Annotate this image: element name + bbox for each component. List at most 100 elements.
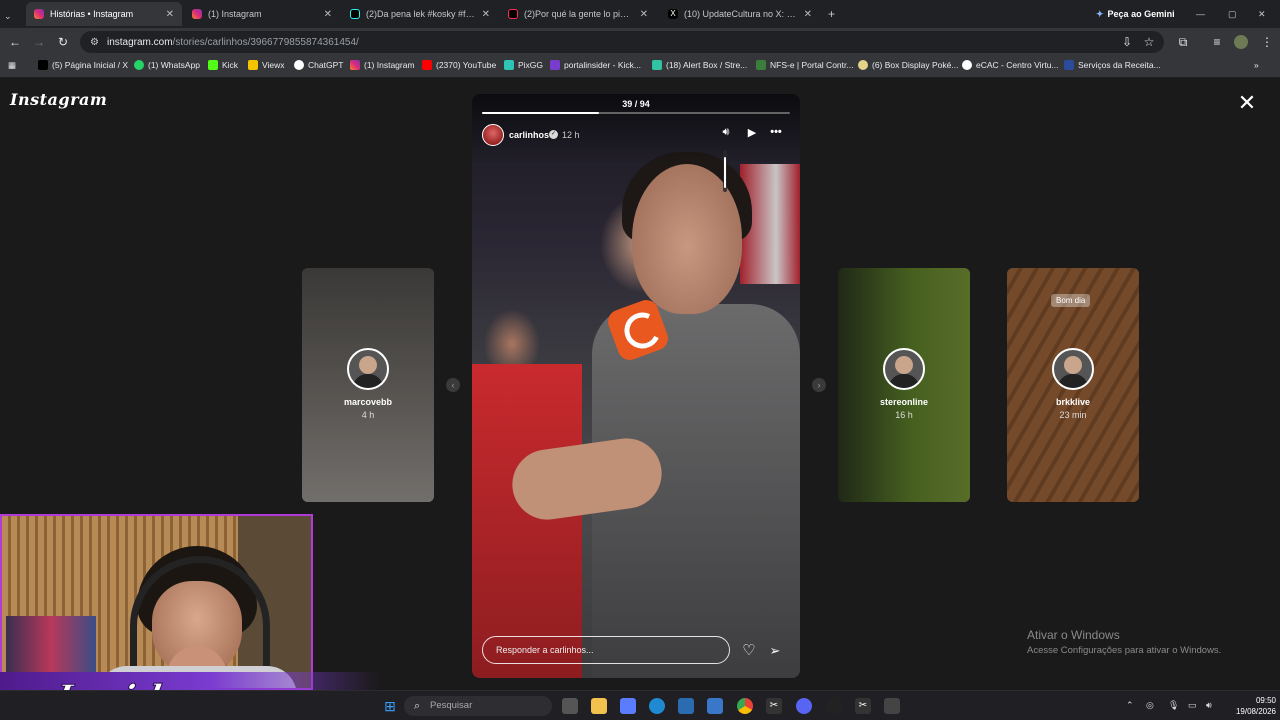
windows-taskbar: ⊞ ⌕ Pesquisar ✂ ✂ ⌃ ◎ 🎙︎ ▭ 🔊︎ 09:50 19/0…	[0, 690, 1280, 720]
tab-stories[interactable]: Histórias • Instagram ✕	[26, 2, 182, 26]
file-explorer-icon[interactable]	[591, 698, 607, 714]
avatar	[347, 348, 389, 390]
more-options-icon[interactable]: •••	[768, 126, 784, 138]
like-heart-icon[interactable]: ♡	[740, 642, 758, 660]
url-input[interactable]: ⚙ instagram.com/stories/carlinhos/396677…	[80, 31, 1164, 53]
side-story-brkklive[interactable]: Bom dia brkklive 23 min	[1007, 268, 1139, 502]
taskbar-search-input[interactable]: ⌕ Pesquisar	[404, 696, 552, 716]
close-icon[interactable]: ✕	[482, 9, 490, 20]
gemini-button[interactable]: ✦ Peça ao Gemini	[1088, 4, 1180, 24]
window-close-icon[interactable]: ✕	[1258, 4, 1274, 24]
tiktok-icon	[508, 9, 518, 19]
edge-icon[interactable]	[649, 698, 665, 714]
tab-tiktok-2[interactable]: (2)Por qué la gente lo pide, Par... ✕	[500, 4, 656, 24]
volume-tray-icon[interactable]: 🔊︎	[1206, 700, 1212, 711]
reload-icon[interactable]: ↻	[56, 35, 70, 49]
discord-icon[interactable]	[796, 698, 812, 714]
tab-search-chevron-icon[interactable]: ⌄	[4, 6, 20, 26]
chatgpt-icon	[294, 60, 304, 70]
maximize-icon[interactable]: ▢	[1228, 4, 1244, 24]
story-username[interactable]: carlinhos	[509, 130, 549, 140]
story-counter: 39 / 94	[622, 99, 650, 109]
bookmarks-overflow-icon[interactable]: »	[1254, 60, 1259, 70]
back-icon[interactable]: ←	[8, 35, 22, 49]
story-progress-bar	[482, 112, 790, 114]
forward-icon[interactable]: →	[32, 35, 46, 49]
side-story-marcovebb[interactable]: marcovebb 4 h	[302, 268, 434, 502]
bookmark-x-home[interactable]: (5) Página Inicial / X	[38, 60, 128, 70]
tab-instagram[interactable]: (1) Instagram ✕	[184, 4, 340, 24]
bookmark-nfse[interactable]: NFS-e | Portal Contr...	[756, 60, 853, 70]
close-icon[interactable]: ✕	[640, 9, 648, 20]
bookmark-star-icon[interactable]: ☆	[1142, 35, 1156, 49]
instagram-logo[interactable]: Instagram	[10, 90, 107, 109]
minimize-icon[interactable]: —	[1196, 4, 1212, 24]
webcam-overlay	[0, 514, 313, 690]
site-info-icon[interactable]: ⚙	[90, 37, 99, 48]
story-time: 16 h	[895, 410, 913, 420]
play-icon[interactable]: ▶	[744, 126, 760, 139]
next-story-arrow-icon[interactable]: ›	[812, 378, 826, 392]
screen: ⌄ Histórias • Instagram ✕ (1) Instagram …	[0, 0, 1280, 720]
pixgg-icon	[504, 60, 514, 70]
chrome-icon[interactable]	[737, 698, 753, 714]
clock-date: 19/08/2026	[1235, 707, 1276, 716]
profile-avatar[interactable]	[1234, 35, 1248, 49]
bookmark-viewx[interactable]: Viewx	[248, 60, 285, 70]
mic-tray-icon[interactable]: 🎙︎	[1168, 700, 1179, 711]
person-red-shirt	[472, 364, 582, 678]
reply-input[interactable]: Responder a carlinhos...	[482, 636, 730, 664]
system-clock[interactable]: 09:50 19/08/2026	[1222, 695, 1276, 717]
bookmark-youtube[interactable]: (2370) YouTube	[422, 60, 496, 70]
close-icon[interactable]: ✕	[166, 9, 174, 20]
active-story[interactable]: 39 / 94 carlinhos ✓ 12 h 🔊︎ ▶ ••• Respon…	[472, 94, 800, 678]
previous-story-arrow-icon[interactable]: ‹	[446, 378, 460, 392]
task-view-icon[interactable]	[562, 698, 578, 714]
story-progress-fill	[482, 112, 600, 114]
tab-tiktok-1[interactable]: (2)Da pena lek #kosky #fontin... ✕	[342, 4, 498, 24]
bookmark-box-display[interactable]: (6) Box Display Poké...	[858, 60, 958, 70]
bookmark-kick[interactable]: Kick	[208, 60, 238, 70]
new-tab-button[interactable]: +	[820, 4, 840, 24]
tray-chevron-icon[interactable]: ⌃	[1126, 700, 1134, 711]
alert-box-icon	[652, 60, 662, 70]
bookmark-chatgpt[interactable]: ChatGPT	[294, 60, 343, 70]
copilot-icon[interactable]	[620, 698, 636, 714]
box-display-icon	[858, 60, 868, 70]
bookmark-whatsapp[interactable]: (1) WhatsApp	[134, 60, 200, 70]
snipping-tool-icon[interactable]	[884, 698, 900, 714]
side-story-stereonline[interactable]: stereonline 16 h	[838, 268, 970, 502]
apps-grid-icon[interactable]: ▦	[8, 60, 16, 71]
store-icon[interactable]	[678, 698, 694, 714]
bookmark-instagram[interactable]: (1) Instagram	[350, 60, 415, 70]
activation-subtitle: Acesse Configurações para ativar o Windo…	[1027, 645, 1222, 656]
monitor-tray-icon[interactable]: ▭	[1188, 700, 1197, 711]
capcut-icon[interactable]: ✂	[766, 698, 782, 714]
capcut-2-icon[interactable]: ✂	[855, 698, 871, 714]
windows-activation-watermark: Ativar o Windows Acesse Configurações pa…	[1027, 628, 1221, 656]
tab-x[interactable]: X (10) UpdateCultura no X: "May... ✕	[660, 4, 820, 24]
mail-icon[interactable]	[707, 698, 723, 714]
avatar[interactable]	[482, 124, 504, 146]
bookmark-alert-box[interactable]: (18) Alert Box / Stre...	[652, 60, 747, 70]
menu-icon[interactable]: ⋮	[1260, 35, 1274, 49]
obs-icon[interactable]	[826, 698, 842, 714]
bookmark-pixgg[interactable]: PixGG	[504, 60, 543, 70]
close-stories-button[interactable]: ✕	[1236, 92, 1258, 114]
extensions-icon[interactable]: ⧉	[1176, 35, 1190, 49]
send-icon[interactable]: ➢	[766, 642, 784, 660]
windows-start-icon[interactable]: ⊞	[382, 698, 398, 714]
youtube-icon	[422, 60, 432, 70]
close-icon[interactable]: ✕	[804, 9, 812, 20]
bookmark-ecac[interactable]: eCAC - Centro Virtu...	[962, 60, 1059, 70]
close-icon[interactable]: ✕	[324, 9, 332, 20]
install-app-icon[interactable]: ⇩	[1120, 35, 1134, 49]
volume-slider[interactable]	[723, 150, 727, 192]
bookmark-receita[interactable]: Serviços da Receita...	[1064, 60, 1161, 70]
bookmark-portalinsider[interactable]: portalinsider - Kick...	[550, 60, 641, 70]
kick-icon	[208, 60, 218, 70]
reading-list-icon[interactable]: ≡	[1210, 35, 1224, 49]
volume-icon[interactable]: 🔊︎	[718, 126, 734, 139]
network-tray-icon[interactable]: ◎	[1146, 700, 1154, 711]
story-time: 12 h	[562, 130, 580, 140]
